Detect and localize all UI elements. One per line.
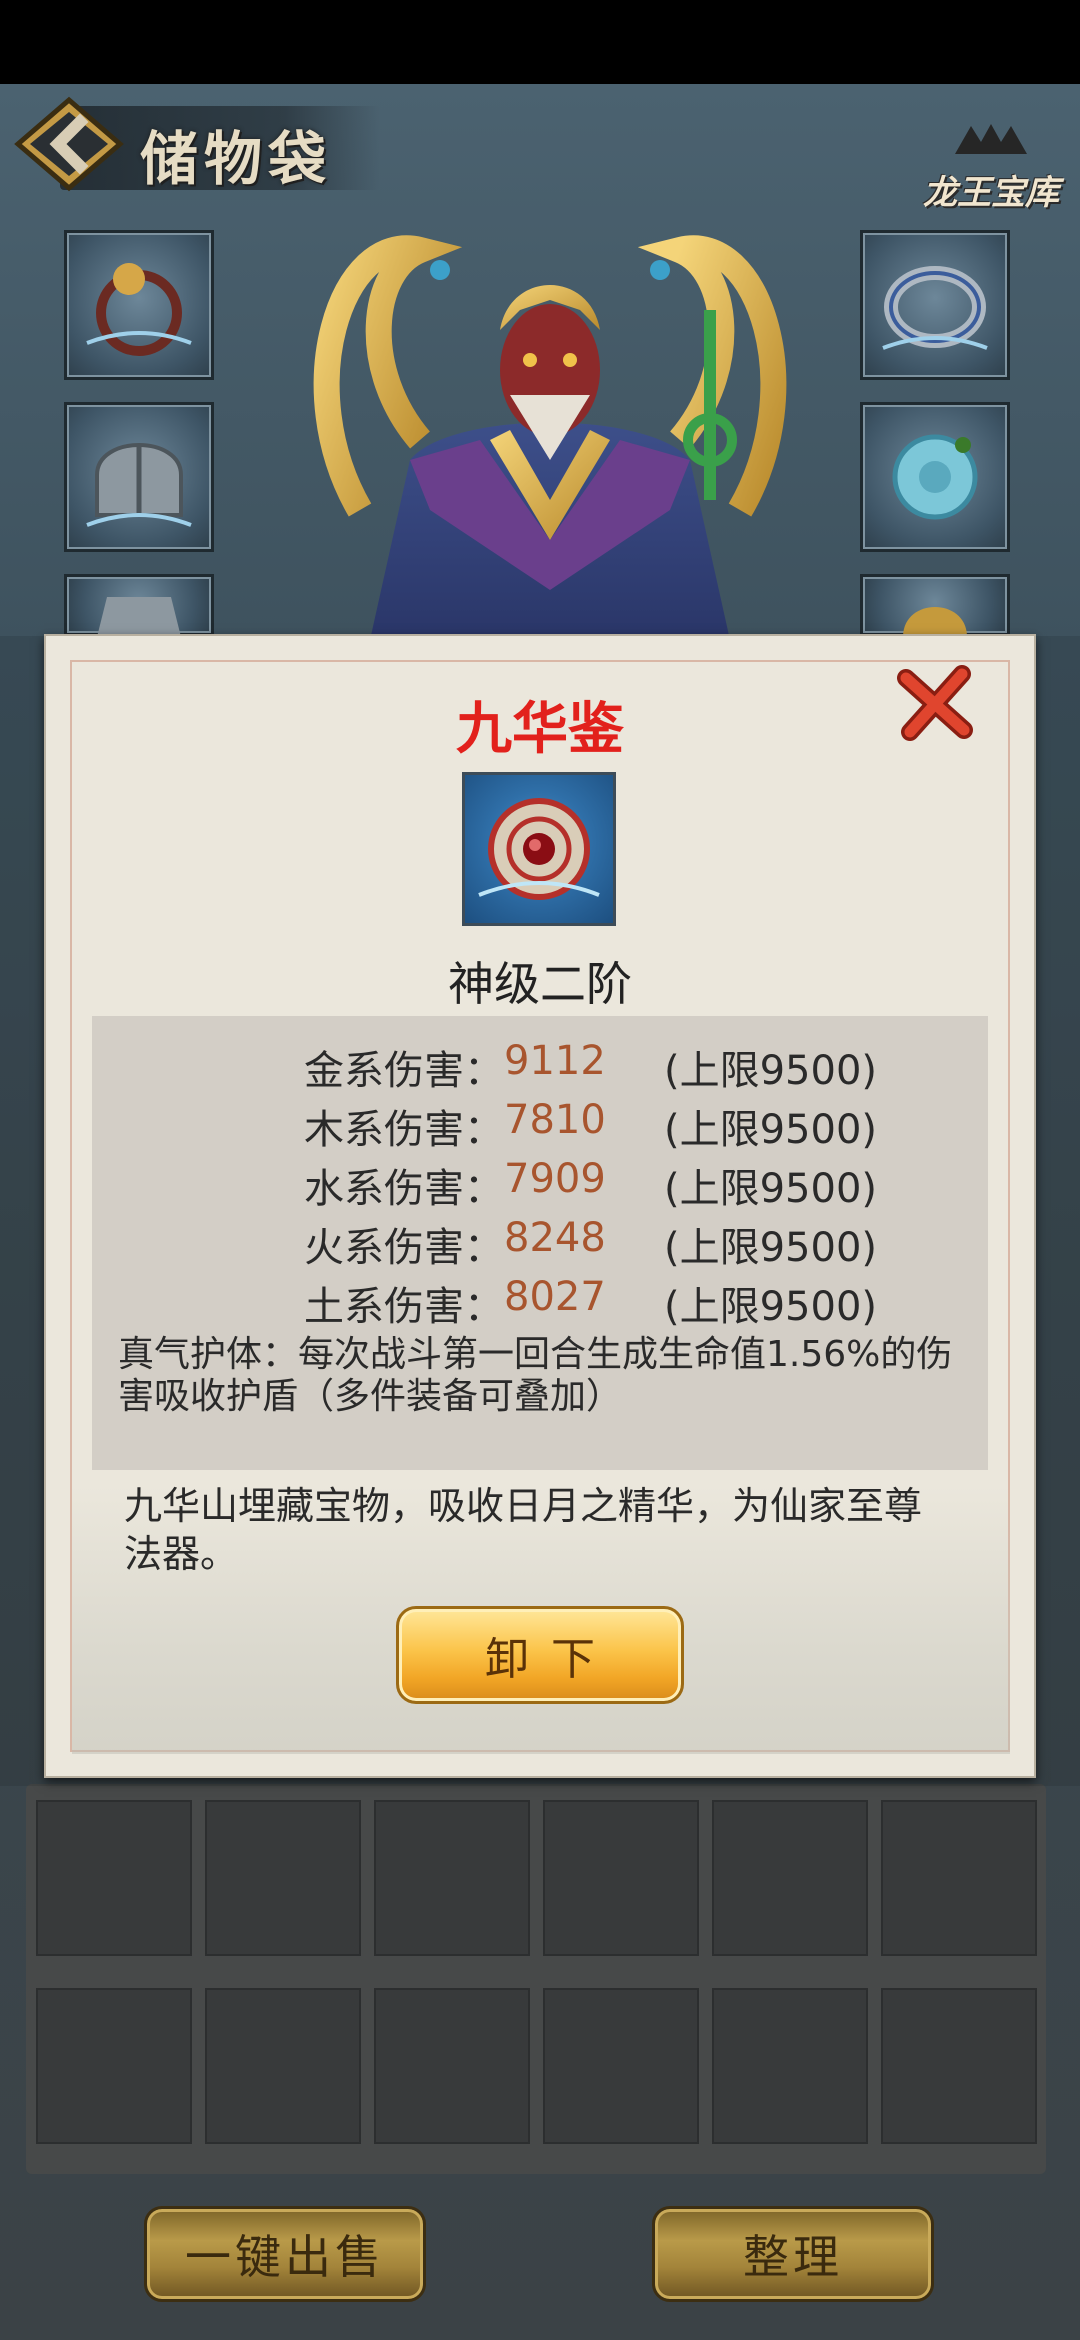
stat-label: 火系伤害：	[304, 1225, 504, 1271]
stat-row-metal: 金系伤害： 9112 (上限9500)	[92, 1038, 988, 1094]
equipment-slot-bracelet[interactable]	[64, 230, 214, 380]
equipment-slot-ring[interactable]	[860, 230, 1010, 380]
bag-slot[interactable]	[374, 1988, 530, 2144]
stat-label: 土系伤害：	[304, 1284, 504, 1330]
stat-value: 7810	[504, 1097, 606, 1143]
back-button[interactable]	[14, 96, 124, 192]
stat-row-water: 水系伤害： 7909 (上限9500)	[92, 1156, 988, 1212]
stat-cap: (上限9500)	[664, 1166, 878, 1212]
bag-grid	[26, 1784, 1046, 2174]
stat-cap: (上限9500)	[664, 1107, 878, 1153]
stat-label: 金系伤害：	[304, 1048, 504, 1094]
stat-row-wood: 木系伤害： 7810 (上限9500)	[92, 1097, 988, 1153]
item-grade: 神级二阶	[448, 957, 632, 1011]
item-skill-text: 真气护体：每次战斗第一回合生成生命值1.56%的伤害吸收护盾（多件装备可叠加）	[118, 1334, 953, 1417]
equipment-slot-boots[interactable]	[860, 574, 1010, 637]
bag-slot[interactable]	[881, 1800, 1037, 1956]
item-icon-mirror	[462, 772, 616, 926]
item-description: 九华山埋藏宝物，吸收日月之精华，为仙家至尊法器。	[124, 1484, 923, 1576]
unequip-button[interactable]: 卸下	[396, 1606, 684, 1704]
stat-cap: (上限9500)	[664, 1048, 878, 1094]
bag-slot[interactable]	[543, 1988, 699, 2144]
stat-value: 9112	[504, 1038, 606, 1084]
stat-row-earth: 土系伤害： 8027 (上限9500)	[92, 1274, 988, 1330]
stat-value: 7909	[504, 1156, 606, 1202]
dragon-king-emblem-icon	[916, 120, 1066, 165]
equipment-slot-jade-orb[interactable]	[860, 402, 1010, 552]
bag-slot[interactable]	[374, 1800, 530, 1956]
bag-slot[interactable]	[543, 1800, 699, 1956]
bag-slot[interactable]	[205, 1988, 361, 2144]
character-portrait	[300, 210, 800, 640]
sort-button[interactable]: 整理	[652, 2206, 934, 2302]
bag-slot[interactable]	[36, 1800, 192, 1956]
stat-value: 8027	[504, 1274, 606, 1320]
stats-panel: 金系伤害： 9112 (上限9500) 木系伤害： 7810 (上限9500) …	[92, 1016, 988, 1470]
dragon-king-treasury-button[interactable]: 龙王宝库	[916, 120, 1066, 220]
stat-cap: (上限9500)	[664, 1225, 878, 1271]
item-name: 九华鉴	[456, 697, 624, 762]
stat-row-fire: 火系伤害： 8248 (上限9500)	[92, 1215, 988, 1271]
stat-label: 木系伤害：	[304, 1107, 504, 1153]
treasury-label: 龙王宝库	[923, 173, 1059, 213]
status-bar	[0, 0, 1080, 84]
equipment-slot-helmet[interactable]	[64, 402, 214, 552]
bag-slot[interactable]	[205, 1800, 361, 1956]
bag-slot[interactable]	[36, 1988, 192, 2144]
bag-slot[interactable]	[712, 1800, 868, 1956]
stat-label: 水系伤害：	[304, 1166, 504, 1212]
back-arrow-icon	[14, 96, 124, 192]
sell-all-button[interactable]: 一键出售	[144, 2206, 426, 2302]
equipment-slot-armor[interactable]	[64, 574, 214, 637]
bag-slot[interactable]	[881, 1988, 1037, 2144]
page-title: 储物袋	[140, 125, 333, 193]
stat-value: 8248	[504, 1215, 606, 1261]
bag-slot[interactable]	[712, 1988, 868, 2144]
stat-cap: (上限9500)	[664, 1284, 878, 1330]
